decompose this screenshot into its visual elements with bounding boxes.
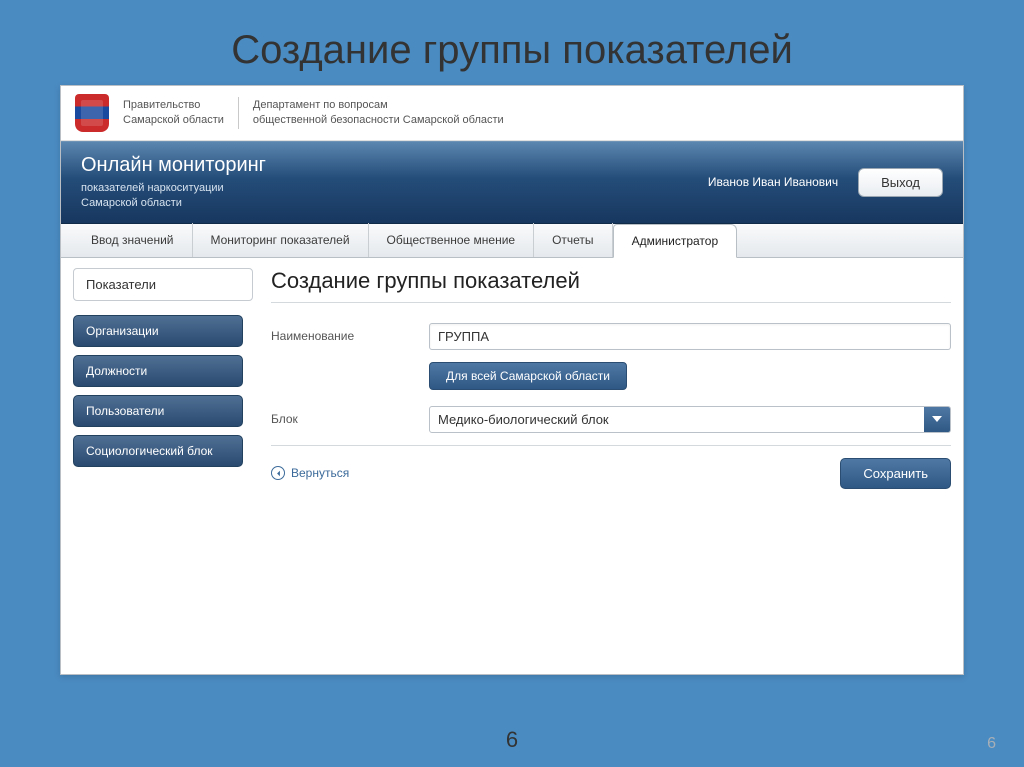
page-heading: Создание группы показателей bbox=[271, 268, 951, 303]
arrow-left-icon bbox=[271, 466, 285, 480]
select-block-value: Медико-биологический блок bbox=[430, 407, 924, 432]
sidebar-item-sociological-block[interactable]: Социологический блок bbox=[73, 435, 243, 467]
form-actions: Вернуться Сохранить bbox=[271, 458, 951, 489]
app-title-bar: Онлайн мониторинг показателей наркоситуа… bbox=[61, 141, 963, 224]
save-button[interactable]: Сохранить bbox=[840, 458, 951, 489]
tab-input-values[interactable]: Ввод значений bbox=[73, 223, 193, 257]
label-block: Блок bbox=[271, 412, 411, 426]
sidebar-item-indicators[interactable]: Показатели bbox=[73, 268, 253, 301]
gov-org-line1: Правительство bbox=[123, 98, 224, 113]
tab-public-opinion[interactable]: Общественное мнение bbox=[369, 223, 535, 257]
app-title: Онлайн мониторинг bbox=[81, 154, 266, 177]
sidebar-item-users[interactable]: Пользователи bbox=[73, 395, 243, 427]
input-name[interactable] bbox=[429, 323, 951, 350]
header-separator bbox=[238, 97, 239, 129]
government-header: Правительство Самарской области Департам… bbox=[61, 86, 963, 141]
main-tabs: Ввод значений Мониторинг показателей Общ… bbox=[61, 224, 963, 258]
app-window: Правительство Самарской области Департам… bbox=[60, 85, 964, 675]
government-org: Правительство Самарской области bbox=[123, 98, 224, 128]
tab-administrator[interactable]: Администратор bbox=[613, 224, 738, 258]
slide-title: Создание группы показателей bbox=[0, 0, 1024, 85]
logout-button[interactable]: Выход bbox=[858, 168, 943, 197]
for-whole-region-button[interactable]: Для всей Самарской области bbox=[429, 362, 627, 390]
coat-of-arms-icon bbox=[75, 94, 109, 132]
gov-org-line2: Самарской области bbox=[123, 113, 224, 128]
sidebar-item-organizations[interactable]: Организации bbox=[73, 315, 243, 347]
slide-number-corner: 6 bbox=[987, 735, 996, 753]
admin-sidebar: Показатели Организации Должности Пользов… bbox=[73, 268, 253, 662]
select-block[interactable]: Медико-биологический блок bbox=[429, 406, 951, 433]
back-link[interactable]: Вернуться bbox=[271, 466, 349, 480]
label-name: Наименование bbox=[271, 329, 411, 343]
dept-line1: Департамент по вопросам bbox=[253, 98, 504, 113]
row-name: Наименование bbox=[271, 323, 951, 350]
sidebar-item-positions[interactable]: Должности bbox=[73, 355, 243, 387]
tab-reports[interactable]: Отчеты bbox=[534, 223, 612, 257]
slide-number-center: 6 bbox=[0, 727, 1024, 753]
app-subtitle-line1: показателей наркоситуации bbox=[81, 181, 266, 196]
row-block: Блок Медико-биологический блок bbox=[271, 406, 951, 433]
form-divider bbox=[271, 445, 951, 446]
app-subtitle-line2: Самарской области bbox=[81, 196, 266, 211]
main-panel: Создание группы показателей Наименование… bbox=[271, 268, 951, 662]
department-name: Департамент по вопросам общественной без… bbox=[253, 98, 504, 128]
content-area: Показатели Организации Должности Пользов… bbox=[61, 258, 963, 674]
chevron-down-icon[interactable] bbox=[924, 407, 950, 432]
back-link-label: Вернуться bbox=[291, 466, 349, 480]
current-user: Иванов Иван Иванович bbox=[708, 175, 838, 189]
tab-monitoring[interactable]: Мониторинг показателей bbox=[193, 223, 369, 257]
dept-line2: общественной безопасности Самарской обла… bbox=[253, 113, 504, 128]
